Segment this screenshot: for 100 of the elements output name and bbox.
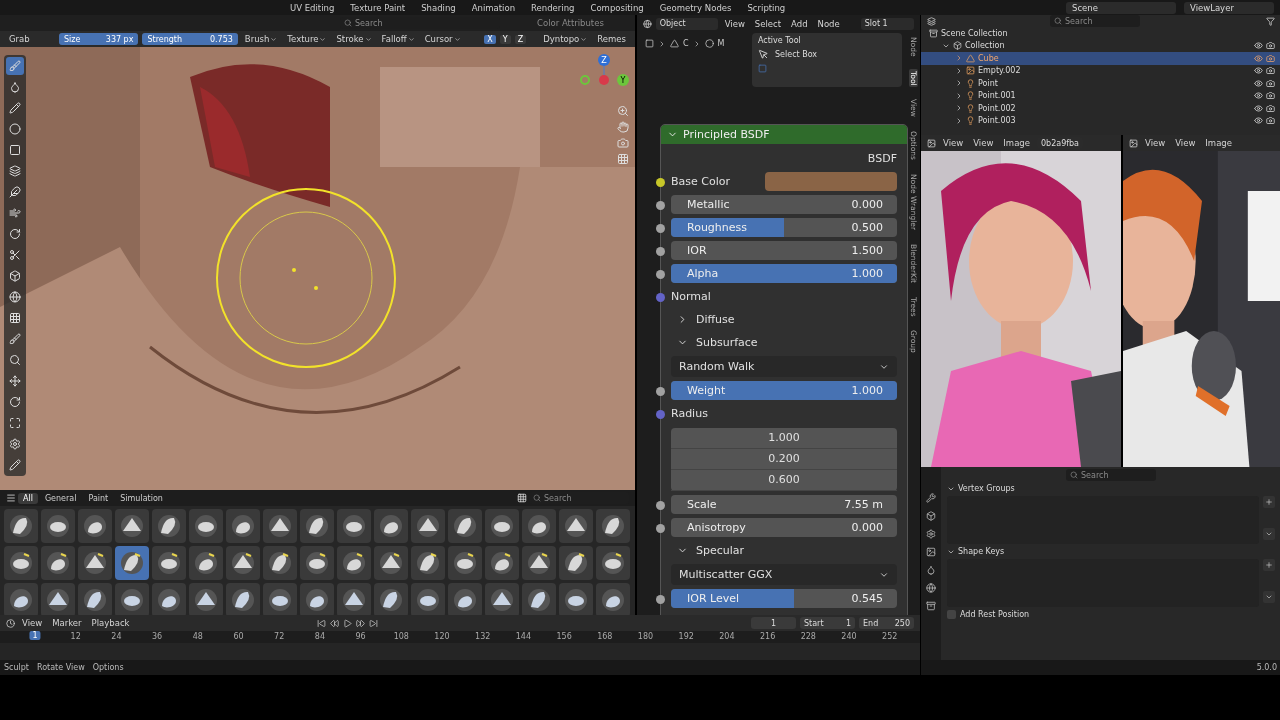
brush-thumbnail[interactable] — [152, 583, 186, 617]
dropdown[interactable]: Multiscatter GGX — [671, 564, 897, 585]
brush-thumbnail[interactable] — [78, 583, 112, 617]
workspace-tab[interactable]: Geometry Nodes — [652, 1, 739, 14]
header-menu[interactable]: View — [1172, 138, 1199, 148]
value-slider[interactable]: IOR Level 0.545 — [671, 589, 897, 608]
header-menu[interactable]: Node — [814, 18, 843, 29]
panel-toggle[interactable]: Specular — [677, 544, 745, 557]
brush-thumbnail[interactable] — [522, 546, 556, 580]
brush-thumbnail[interactable] — [448, 546, 482, 580]
camera-icon[interactable] — [1266, 53, 1275, 63]
workspace-tab[interactable]: Rendering — [524, 1, 582, 14]
brush-thumbnail[interactable] — [522, 509, 556, 543]
add-button[interactable] — [1263, 496, 1275, 508]
brush-thumbnail[interactable] — [263, 509, 297, 543]
gear-icon[interactable] — [926, 529, 936, 539]
outliner-row[interactable]: Point.003 — [921, 114, 1280, 127]
value-slider[interactable]: Weight 1.000 — [671, 381, 897, 400]
panel-header[interactable]: Vertex Groups — [947, 484, 1275, 493]
dyntopo-menu[interactable]: Dyntopo — [540, 34, 591, 44]
size-slider[interactable]: Size 337 px — [58, 33, 139, 45]
menu-icon[interactable] — [6, 493, 16, 503]
collapsed-icon[interactable] — [955, 91, 963, 100]
vector-field[interactable]: 0.200 — [671, 448, 897, 470]
layers-icon[interactable] — [6, 162, 24, 180]
brush-thumbnail[interactable] — [115, 509, 149, 543]
value-slider[interactable]: Metallic 0.000 — [671, 195, 897, 214]
brush-thumbnail[interactable] — [300, 546, 334, 580]
eye-icon[interactable] — [1254, 78, 1263, 88]
brush-thumbnail[interactable] — [226, 509, 260, 543]
color-attributes-menu[interactable]: Color Attributes — [534, 18, 607, 28]
shelf-tab[interactable]: General — [39, 492, 82, 504]
value-slider[interactable]: Roughness 0.500 — [671, 218, 897, 237]
image-editor-icon[interactable] — [927, 138, 936, 148]
brush-thumbnail[interactable] — [41, 583, 75, 617]
rewind-icon[interactable] — [329, 618, 339, 628]
header-menu[interactable]: Falloff — [378, 34, 418, 44]
add-button[interactable] — [1263, 559, 1275, 571]
camera-icon[interactable] — [1266, 103, 1275, 113]
brush-thumbnail[interactable] — [4, 546, 38, 580]
brush-thumbnail[interactable] — [485, 509, 519, 543]
value-slider[interactable]: Anisotropy 0.000 — [671, 518, 897, 537]
eye-icon[interactable] — [1254, 41, 1263, 51]
start-field[interactable]: Start 1 — [800, 617, 855, 629]
brush-thumbnail[interactable] — [374, 546, 408, 580]
end-field[interactable]: End 250 — [859, 617, 914, 629]
outliner-row[interactable]: Point — [921, 77, 1280, 90]
number-field[interactable]: IOR 1.500 — [671, 241, 897, 260]
view-layer-field[interactable]: ViewLayer — [1184, 1, 1274, 14]
header-menu[interactable]: Brush — [241, 34, 281, 44]
brush-thumbnail[interactable] — [226, 546, 260, 580]
workspace-tab[interactable]: Shading — [414, 1, 463, 14]
object-icon[interactable] — [926, 511, 936, 521]
box-icon[interactable] — [926, 601, 936, 611]
dropdown[interactable]: Random Walk — [671, 356, 897, 377]
panel-toggle[interactable]: Subsurface — [677, 336, 758, 349]
number-field[interactable]: Scale 7.55 m — [671, 495, 897, 514]
camera-icon[interactable] — [1266, 116, 1275, 126]
camera-icon[interactable] — [1266, 91, 1275, 101]
outliner-row[interactable]: Scene Collection — [921, 27, 1280, 40]
brush-thumbnail[interactable] — [411, 546, 445, 580]
display-mode-icon[interactable] — [927, 16, 936, 26]
vector-field[interactable]: 0.600 — [671, 469, 897, 491]
brush-thumbnail[interactable] — [337, 509, 371, 543]
search-field[interactable]: Search — [1066, 469, 1156, 481]
workspace-tab[interactable]: Animation — [464, 1, 523, 14]
brush-thumbnail[interactable] — [189, 546, 223, 580]
brush-thumbnail[interactable] — [263, 583, 297, 617]
tool-icon[interactable] — [926, 493, 936, 503]
axis-toggle[interactable]: X — [484, 34, 496, 44]
vector-field[interactable]: 1.000 — [671, 427, 897, 449]
brush-thumbnail[interactable] — [115, 546, 149, 580]
brush-thumbnail[interactable] — [4, 509, 38, 543]
mode-dropdown[interactable]: Object — [655, 17, 718, 30]
color-swatch[interactable] — [765, 172, 897, 191]
brush-thumbnail[interactable] — [189, 583, 223, 617]
shelf-tab[interactable]: All — [18, 492, 38, 504]
camera-icon[interactable] — [1266, 41, 1275, 51]
search-field[interactable]: Search — [1050, 15, 1140, 27]
grid-icon[interactable] — [517, 493, 527, 503]
menu-button[interactable] — [1263, 528, 1275, 540]
header-menu[interactable]: Image — [1000, 138, 1033, 148]
header-menu[interactable]: View — [19, 618, 46, 628]
value-slider[interactable]: Alpha 1.000 — [671, 264, 897, 283]
header-menu[interactable]: Add — [788, 18, 811, 29]
drop-icon[interactable] — [926, 565, 936, 575]
tool-dropdown[interactable]: Grab — [6, 34, 55, 44]
collapsed-icon[interactable] — [955, 116, 963, 125]
play-icon[interactable] — [342, 618, 352, 628]
header-menu[interactable]: Texture — [284, 34, 330, 44]
brush-thumbnail[interactable] — [263, 546, 297, 580]
header-menu[interactable]: Image — [1202, 138, 1235, 148]
axis-gizmo[interactable]: Z Y — [579, 52, 629, 92]
axis-toggle[interactable]: Z — [514, 34, 527, 44]
eye-icon[interactable] — [1254, 103, 1263, 113]
eye-icon[interactable] — [1254, 66, 1263, 76]
menu-button[interactable] — [1263, 591, 1275, 603]
brush-thumbnail[interactable] — [374, 509, 408, 543]
image-icon[interactable] — [926, 547, 936, 557]
brush-thumbnail[interactable] — [41, 546, 75, 580]
